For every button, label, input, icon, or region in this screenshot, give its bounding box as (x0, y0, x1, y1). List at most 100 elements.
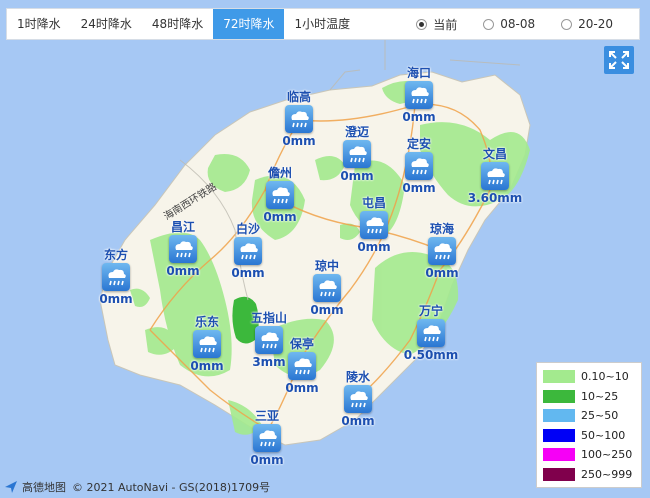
rain-cloud-icon (405, 152, 433, 180)
rain-cloud-icon (266, 181, 294, 209)
tab-1h-precip[interactable]: 1时降水 (7, 9, 71, 39)
legend-swatch (543, 370, 575, 384)
rain-cloud-icon (343, 140, 371, 168)
station-value: 3.60mm (467, 191, 523, 205)
fullscreen-button[interactable] (604, 46, 634, 74)
station-qionghai[interactable]: 琼海 0mm (407, 222, 477, 280)
brand-name: 高德地图 (22, 481, 66, 494)
radio-dot-icon (483, 18, 495, 30)
station-qiongzhong[interactable]: 琼中 0mm (292, 259, 362, 317)
legend-label: 50~100 (581, 428, 626, 442)
tab-48h-precip[interactable]: 48时降水 (142, 9, 213, 39)
station-name: 保亭 (289, 337, 314, 351)
rain-cloud-icon (481, 162, 509, 190)
time-radio-group: 当前 08-08 20-20 (416, 16, 639, 33)
station-value: 0mm (341, 414, 375, 428)
station-name: 儋州 (267, 166, 292, 180)
station-name: 临高 (286, 90, 311, 104)
rain-cloud-icon (344, 385, 372, 413)
radio-08-08-label: 08-08 (500, 17, 536, 31)
copyright-text: © 2021 AutoNavi - GS(2018)1709号 (72, 481, 271, 494)
station-value: 0mm (357, 240, 391, 254)
station-haikou[interactable]: 海口 0mm (384, 66, 454, 124)
station-name: 澄迈 (344, 125, 369, 139)
station-danzhou[interactable]: 儋州 0mm (245, 166, 315, 224)
station-value: 0mm (402, 181, 436, 195)
legend-swatch (543, 448, 575, 462)
station-value: 0mm (166, 264, 200, 278)
legend-swatch (543, 409, 575, 423)
radio-current-label: 当前 (433, 17, 458, 32)
station-baisha[interactable]: 白沙 0mm (213, 222, 283, 280)
station-changjiang[interactable]: 昌江 0mm (148, 220, 218, 278)
tab-24h-precip[interactable]: 24时降水 (71, 9, 142, 39)
station-name: 万宁 (418, 304, 443, 318)
station-value: 0mm (425, 266, 459, 280)
station-name: 琼海 (429, 222, 454, 236)
station-dingan[interactable]: 定安 0mm (384, 137, 454, 195)
rain-cloud-icon (417, 319, 445, 347)
station-wanning[interactable]: 万宁 0.50mm (396, 304, 466, 362)
station-ledong[interactable]: 乐东 0mm (172, 315, 242, 373)
station-tunchang[interactable]: 屯昌 0mm (339, 196, 409, 254)
legend-row: 250~999 (543, 465, 635, 485)
station-name: 屯昌 (361, 196, 386, 210)
station-value: 0.50mm (403, 348, 459, 362)
legend-label: 100~250 (581, 448, 633, 462)
station-name: 昌江 (170, 220, 195, 234)
radio-current[interactable]: 当前 (416, 16, 457, 33)
tab-72h-precip[interactable]: 72时降水 (213, 9, 285, 39)
rain-cloud-icon (288, 352, 316, 380)
rain-cloud-icon (285, 105, 313, 133)
station-lingshui[interactable]: 陵水 0mm (323, 370, 393, 428)
station-sanya[interactable]: 三亚 0mm (232, 409, 302, 467)
amap-logo-icon (5, 481, 17, 493)
legend-row: 10~25 (543, 387, 635, 407)
station-value: 0mm (340, 169, 374, 183)
expand-icon (609, 51, 629, 69)
station-value: 0mm (231, 266, 265, 280)
rain-cloud-icon (234, 237, 262, 265)
rain-cloud-icon (405, 81, 433, 109)
station-value: 0mm (402, 110, 436, 124)
station-name: 海口 (406, 66, 431, 80)
legend-label: 25~50 (581, 409, 619, 423)
legend-label: 0.10~10 (581, 370, 629, 384)
legend-row: 0.10~10 (543, 367, 635, 387)
station-wenchang[interactable]: 文昌 3.60mm (460, 147, 530, 205)
station-chengmai[interactable]: 澄迈 0mm (322, 125, 392, 183)
map-attribution: 高德地图 © 2021 AutoNavi - GS(2018)1709号 (4, 479, 270, 495)
station-name: 三亚 (254, 409, 279, 423)
rain-cloud-icon (102, 263, 130, 291)
station-value: 0mm (190, 359, 224, 373)
tab-1h-temperature[interactable]: 1小时温度 (284, 9, 360, 39)
station-name: 文昌 (482, 147, 507, 161)
rain-cloud-icon (253, 424, 281, 452)
rain-cloud-icon (428, 237, 456, 265)
station-name: 东方 (103, 248, 128, 262)
legend-label: 250~999 (581, 467, 633, 481)
radio-20-20[interactable]: 20-20 (561, 17, 613, 31)
legend-row: 25~50 (543, 406, 635, 426)
station-value: 0mm (99, 292, 133, 306)
station-name: 定安 (406, 137, 431, 151)
station-dongfang[interactable]: 东方 0mm (81, 248, 151, 306)
station-name: 白沙 (235, 222, 260, 236)
rain-cloud-icon (313, 274, 341, 302)
rain-cloud-icon (169, 235, 197, 263)
rain-cloud-icon (193, 330, 221, 358)
layer-toolbar: 1时降水 24时降水 48时降水 72时降水 1小时温度 当前 08-08 20… (6, 8, 640, 40)
rain-cloud-icon (360, 211, 388, 239)
legend-label: 10~25 (581, 389, 619, 403)
radio-20-20-label: 20-20 (578, 17, 613, 31)
station-name: 陵水 (345, 370, 370, 384)
station-value: 0mm (250, 453, 284, 467)
radio-dot-icon (561, 18, 573, 30)
legend-row: 100~250 (543, 445, 635, 465)
legend-swatch (543, 389, 575, 403)
legend-row: 50~100 (543, 426, 635, 446)
radio-08-08[interactable]: 08-08 (483, 17, 535, 31)
legend-swatch (543, 467, 575, 481)
station-name: 乐东 (194, 315, 219, 329)
station-name: 五指山 (250, 311, 287, 325)
